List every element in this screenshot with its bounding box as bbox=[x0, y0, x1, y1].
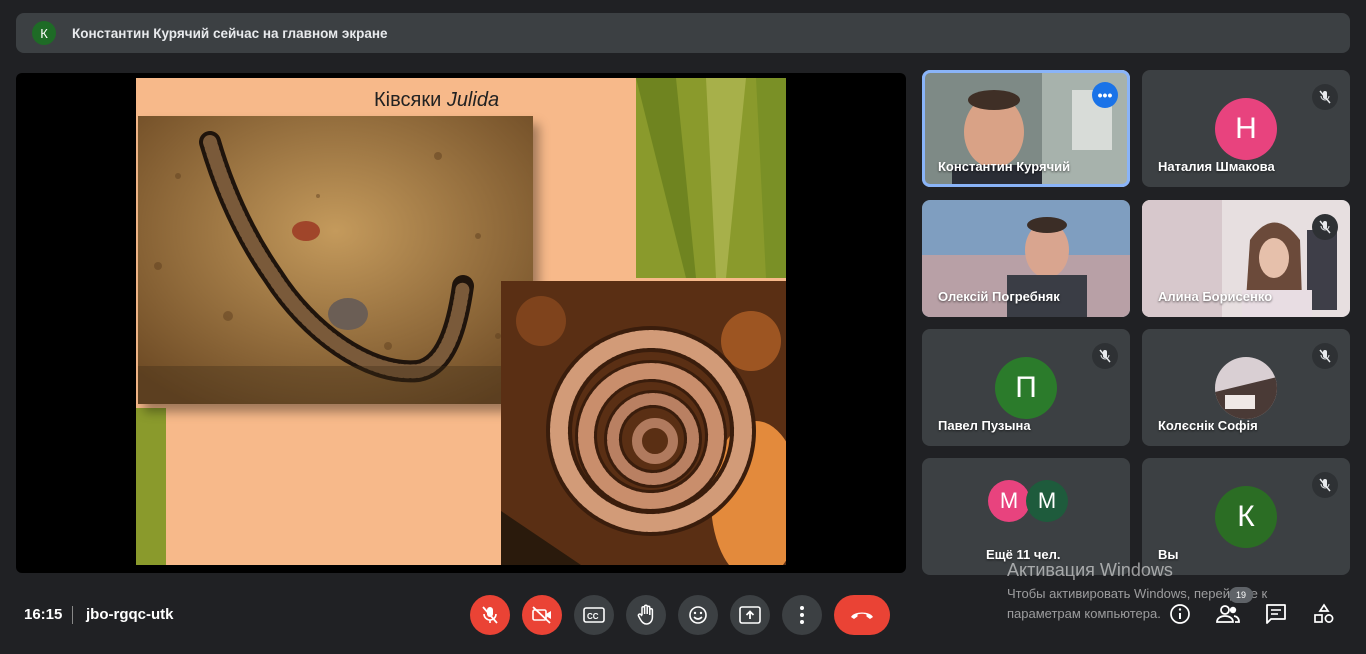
participant-name: Наталия Шмакова bbox=[1158, 159, 1275, 174]
captions-icon: CC bbox=[583, 607, 605, 623]
activities-icon bbox=[1314, 603, 1334, 623]
info-icon bbox=[1170, 604, 1190, 624]
mic-off-icon bbox=[1092, 343, 1118, 369]
slide-title: Ківсяки Julida bbox=[374, 89, 500, 111]
svg-text:CC: CC bbox=[587, 612, 599, 621]
chat-button[interactable] bbox=[1262, 600, 1290, 628]
clock: 16:15 bbox=[24, 606, 63, 623]
divider bbox=[72, 606, 73, 624]
end-call-button[interactable] bbox=[834, 595, 890, 635]
hand-icon bbox=[637, 604, 654, 625]
meeting-code: jbo-rgqc-utk bbox=[86, 606, 174, 623]
participant-avatar: М bbox=[1026, 480, 1068, 522]
more-options-icon[interactable]: ••• bbox=[1092, 82, 1118, 108]
mic-off-icon bbox=[1312, 343, 1338, 369]
more-vert-icon bbox=[800, 606, 804, 624]
control-bar: 16:15 jbo-rgqc-utk CC 19 bbox=[0, 584, 1366, 648]
mic-off-icon bbox=[482, 606, 498, 624]
participant-tile[interactable]: Алина Борисенко bbox=[1142, 200, 1350, 317]
participant-avatar: П bbox=[995, 357, 1057, 419]
present-screen-button[interactable] bbox=[730, 595, 770, 635]
reactions-button[interactable] bbox=[678, 595, 718, 635]
presentation-banner: К Константин Курячий сейчас на главном э… bbox=[16, 13, 1350, 53]
presenter-avatar: К bbox=[32, 21, 56, 45]
camera-toggle-button[interactable] bbox=[522, 595, 562, 635]
participant-name: Павел Пузына bbox=[938, 418, 1031, 433]
participant-tile[interactable]: Н Наталия Шмакова bbox=[1142, 70, 1350, 187]
millipede-photo bbox=[138, 116, 533, 404]
presentation-stage[interactable]: Ківсяки Julida bbox=[16, 73, 906, 573]
banner-text: Константин Курячий сейчас на главном экр… bbox=[72, 25, 388, 41]
coiled-millipede-photo bbox=[501, 281, 786, 565]
participant-tile[interactable]: Олексій Погребняк bbox=[922, 200, 1130, 317]
participant-avatar: Н bbox=[1215, 98, 1277, 160]
participant-tile[interactable]: К Вы bbox=[1142, 458, 1350, 575]
meeting-details-button[interactable] bbox=[1166, 600, 1194, 628]
participant-tile[interactable]: ••• Константин Курячий bbox=[922, 70, 1130, 187]
more-options-button[interactable] bbox=[782, 595, 822, 635]
participants-button[interactable] bbox=[1214, 600, 1242, 628]
participant-avatar: М bbox=[988, 480, 1030, 522]
participant-photo-avatar bbox=[1215, 357, 1277, 419]
participant-name: Колєснік Софія bbox=[1158, 418, 1258, 433]
mic-off-icon bbox=[1312, 214, 1338, 240]
hang-up-icon bbox=[851, 612, 873, 619]
chat-icon bbox=[1266, 604, 1286, 624]
people-icon bbox=[1216, 605, 1240, 623]
mic-toggle-button[interactable] bbox=[470, 595, 510, 635]
emoji-icon bbox=[689, 606, 707, 624]
participant-avatar: К bbox=[1215, 486, 1277, 548]
presentation-slide: Ківсяки Julida bbox=[136, 78, 786, 565]
participant-name: Алина Борисенко bbox=[1158, 289, 1273, 304]
slide-decoration bbox=[136, 408, 166, 565]
participant-name: Константин Курячий bbox=[938, 159, 1071, 174]
camera-off-icon bbox=[532, 606, 551, 624]
activities-button[interactable] bbox=[1310, 600, 1338, 628]
participant-name: Олексій Погребняк bbox=[938, 289, 1060, 304]
mic-off-icon bbox=[1312, 84, 1338, 110]
slide-decoration bbox=[636, 78, 786, 278]
captions-button[interactable]: CC bbox=[574, 595, 614, 635]
participant-tile[interactable]: П Павел Пузына bbox=[922, 329, 1130, 446]
mic-off-icon bbox=[1312, 472, 1338, 498]
present-icon bbox=[739, 606, 761, 624]
participant-tile[interactable]: Колєснік Софія bbox=[1142, 329, 1350, 446]
participant-tile[interactable]: М М Ещё 11 чел. bbox=[922, 458, 1130, 575]
raise-hand-button[interactable] bbox=[626, 595, 666, 635]
